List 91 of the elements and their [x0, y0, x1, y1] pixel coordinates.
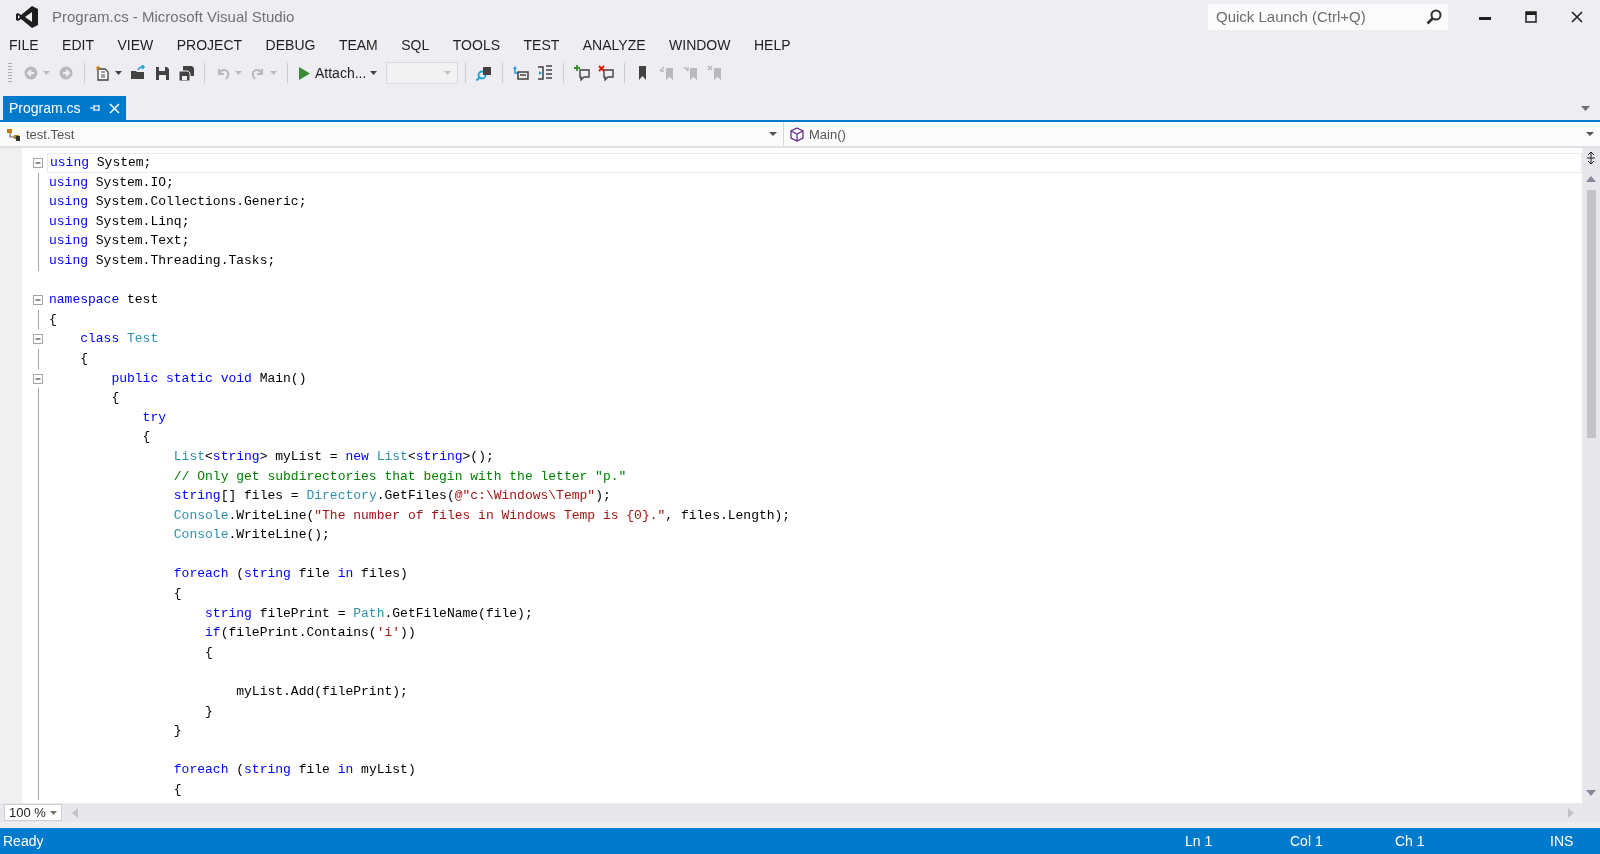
code-line: using System.Text;: [48, 232, 191, 251]
close-icon: [1571, 10, 1583, 23]
collapse-icon[interactable]: [33, 373, 43, 384]
code-line: Console.WriteLine();: [172, 526, 331, 545]
code-line: Console.WriteLine("The number of files in Windows Temp is {0}.", files.Length);: [172, 506, 792, 525]
code-line: using System.IO;: [48, 173, 175, 192]
code-line: try: [141, 408, 168, 427]
caret-icon: [769, 132, 777, 136]
folder-icon: [130, 65, 146, 81]
bookmark-clear-icon: [707, 65, 724, 81]
bookmark-previous-icon: [659, 65, 676, 81]
menu-item[interactable]: TEAM: [331, 35, 385, 55]
pin-icon: [89, 103, 100, 113]
zoom-dropdown[interactable]: 100 %: [4, 804, 62, 821]
menu-item[interactable]: SQL: [394, 35, 437, 55]
logo-icon: [16, 4, 38, 29]
caret-icon: [43, 71, 50, 75]
code-line: }: [204, 702, 214, 721]
scroll-down-icon[interactable]: [1586, 790, 1596, 796]
code-line: foreach (string file in myList): [172, 761, 417, 780]
code-line: foreach (string file in files): [172, 565, 409, 584]
caret-icon: [1586, 132, 1594, 136]
lines-icon: [537, 65, 554, 81]
code-line: {: [204, 643, 214, 662]
code-line: myList.Add(filePrint);: [235, 683, 409, 702]
code-line: using System.Linq;: [48, 212, 191, 231]
code-line: using System.Collections.Generic;: [48, 193, 308, 212]
menu-item[interactable]: WINDOW: [662, 35, 738, 55]
play-icon: [298, 65, 311, 81]
code-line: }: [172, 722, 183, 741]
new-document-icon: [95, 65, 111, 81]
code-line: {: [172, 585, 183, 604]
code-line: using System.Threading.Tasks;: [48, 251, 277, 270]
caret-icon: [115, 71, 122, 75]
menu-item[interactable]: ANALYZE: [575, 35, 653, 55]
code-line: class Test: [79, 330, 160, 349]
caret-icon: [50, 810, 57, 815]
vertical-scrollbar[interactable]: [1582, 148, 1600, 803]
cube-icon: [790, 126, 804, 142]
close-icon: [108, 102, 120, 114]
caret-icon: [235, 71, 242, 75]
splitter-icon[interactable]: [1586, 152, 1596, 164]
window-title: Program.cs - Microsoft Visual Studio: [52, 8, 296, 25]
code-line: {: [79, 349, 89, 368]
scroll-up-icon[interactable]: [1586, 176, 1596, 182]
start-button[interactable]: Attach...: [295, 62, 381, 84]
dropdown-caret-icon[interactable]: [1581, 106, 1590, 111]
line-indicator: Ln 1: [1185, 833, 1214, 849]
scrollbar-thumb[interactable]: [1586, 190, 1596, 438]
comment-add-icon: [574, 65, 591, 81]
code-line: public static void Main(): [110, 369, 308, 388]
document-tab[interactable]: Program.cs: [3, 96, 126, 120]
comment-remove-icon: [598, 65, 615, 81]
menu-item[interactable]: DEBUG: [258, 35, 323, 55]
code-line: {: [141, 428, 152, 447]
insert-mode-indicator: INS: [1550, 833, 1575, 849]
caret-icon: [270, 71, 277, 75]
search-icon: [1426, 8, 1442, 25]
code-line: {: [48, 310, 58, 329]
code-line: List<string> myList = new List<string>();: [172, 447, 495, 466]
floppy-disks-icon: [178, 65, 194, 81]
menu-item[interactable]: TEST: [516, 35, 567, 55]
code-line: {: [172, 781, 183, 799]
type-dropdown[interactable]: test.Test: [0, 122, 784, 146]
menu-item[interactable]: FILE: [2, 35, 46, 55]
code-line: namespace test: [48, 291, 160, 310]
code-line: string filePrint = Path.GetFileName(file);: [204, 604, 534, 623]
class-icon: [6, 126, 21, 142]
collapse-icon[interactable]: [33, 334, 43, 345]
caret-icon: [370, 71, 378, 75]
indent-icon: [513, 65, 530, 81]
menu-item[interactable]: PROJECT: [169, 35, 250, 55]
menu-item[interactable]: EDIT: [55, 35, 101, 55]
magnifier-window-icon: [476, 65, 493, 81]
column-indicator: Col 1: [1290, 833, 1324, 849]
code-line: {: [110, 389, 121, 408]
quick-launch-field[interactable]: Quick Launch (Ctrl+Q): [1208, 3, 1448, 30]
menu-item[interactable]: VIEW: [110, 35, 161, 55]
code-line: if(filePrint.Contains('i')): [204, 624, 417, 643]
status-message: Ready: [3, 833, 45, 849]
character-indicator: Ch 1: [1395, 833, 1426, 849]
collapse-icon[interactable]: [33, 295, 43, 306]
code-line: // Only get subdirectories that begin with the letter "p.": [172, 467, 628, 486]
caret-icon: [444, 71, 452, 75]
bookmark-next-icon: [683, 65, 700, 81]
collapse-icon[interactable]: [33, 158, 43, 168]
maximize-icon: [1525, 10, 1537, 23]
member-dropdown[interactable]: Main(): [784, 122, 1600, 146]
menu-item[interactable]: HELP: [747, 35, 798, 55]
code-line: string[] files = Directory.GetFiles(@"c:\Windows\Temp");: [172, 487, 612, 506]
menu-item[interactable]: TOOLS: [445, 35, 507, 55]
